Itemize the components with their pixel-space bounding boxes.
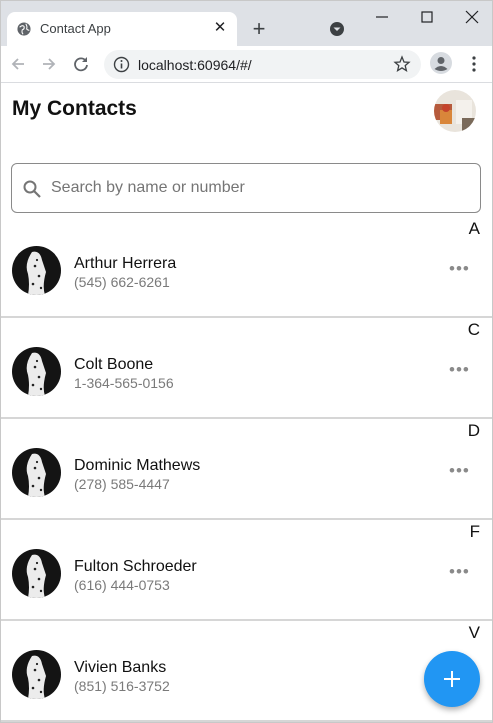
info-icon[interactable] <box>113 56 130 73</box>
contact-phone: (616) 444-0753 <box>74 577 170 593</box>
avatar <box>12 549 61 598</box>
search-field[interactable] <box>11 163 481 213</box>
page-title: My Contacts <box>12 97 137 120</box>
reload-icon[interactable] <box>70 53 92 75</box>
browser-toolbar: localhost:60964/#/ <box>1 46 492 83</box>
section-letter: A <box>468 219 480 238</box>
address-bar[interactable]: localhost:60964/#/ <box>104 50 421 79</box>
more-options-icon[interactable]: ••• <box>449 462 469 479</box>
star-icon[interactable] <box>393 55 411 73</box>
more-options-icon[interactable]: ••• <box>449 361 469 378</box>
section-d: D Dominic Mathews (278) 585-4447 ••• <box>1 419 492 520</box>
kebab-menu-icon[interactable] <box>467 54 481 74</box>
more-options-icon[interactable]: ••• <box>449 563 469 580</box>
maximize-icon[interactable] <box>417 7 437 27</box>
window-close-icon[interactable] <box>462 7 482 27</box>
globe-icon <box>17 22 31 36</box>
contact-phone: (278) 585-4447 <box>74 476 170 492</box>
arrow-left-icon[interactable] <box>7 53 29 75</box>
contact-list: A Arthur Herrera (545) 662-6261 ••• C Co… <box>1 217 492 722</box>
contacts-app: My Contacts A <box>1 83 492 722</box>
tab-title: Contact App <box>40 21 111 36</box>
tab-strip: Contact App ✕ + <box>1 1 492 46</box>
url-text: localhost:60964/#/ <box>138 57 252 73</box>
contact-name[interactable]: Dominic Mathews <box>74 457 200 475</box>
contact-phone: 1-364-565-0156 <box>74 375 174 391</box>
section-a: A Arthur Herrera (545) 662-6261 ••• <box>1 217 492 318</box>
contact-phone: (851) 516-3752 <box>74 678 170 694</box>
arrow-right-icon[interactable] <box>38 53 60 75</box>
user-avatar[interactable] <box>434 90 476 132</box>
more-options-icon[interactable]: ••• <box>449 260 469 277</box>
section-letter: C <box>467 320 480 339</box>
section-letter: V <box>468 623 480 642</box>
avatar <box>12 448 61 497</box>
contact-name[interactable]: Arthur Herrera <box>74 255 176 273</box>
plus-icon <box>444 671 460 687</box>
section-letter: F <box>469 522 480 541</box>
contact-name[interactable]: Colt Boone <box>74 356 153 374</box>
add-contact-button[interactable] <box>424 651 480 707</box>
section-letter: D <box>467 421 480 440</box>
section-v: V Vivien Banks (851) 516-3752 <box>1 621 492 722</box>
contact-name[interactable]: Fulton Schroeder <box>74 558 197 576</box>
section-f: F Fulton Schroeder (616) 444-0753 ••• <box>1 520 492 621</box>
section-c: C Colt Boone 1-364-565-0156 ••• <box>1 318 492 419</box>
contact-phone: (545) 662-6261 <box>74 274 170 290</box>
avatar <box>12 347 61 396</box>
minimize-icon[interactable] <box>372 7 392 27</box>
tab-contact-app[interactable]: Contact App ✕ <box>7 12 237 46</box>
plus-icon[interactable]: + <box>247 18 271 42</box>
search-input[interactable] <box>51 173 461 203</box>
close-icon[interactable]: ✕ <box>211 19 229 37</box>
browser-window: Contact App ✕ + localhost:60964/#/ My Co… <box>0 0 493 723</box>
avatar <box>12 650 61 699</box>
avatar <box>12 246 61 295</box>
contact-name[interactable]: Vivien Banks <box>74 659 166 677</box>
profile-icon[interactable] <box>430 52 452 74</box>
chevron-down-circle-icon[interactable] <box>327 19 347 39</box>
search-icon <box>23 180 41 198</box>
